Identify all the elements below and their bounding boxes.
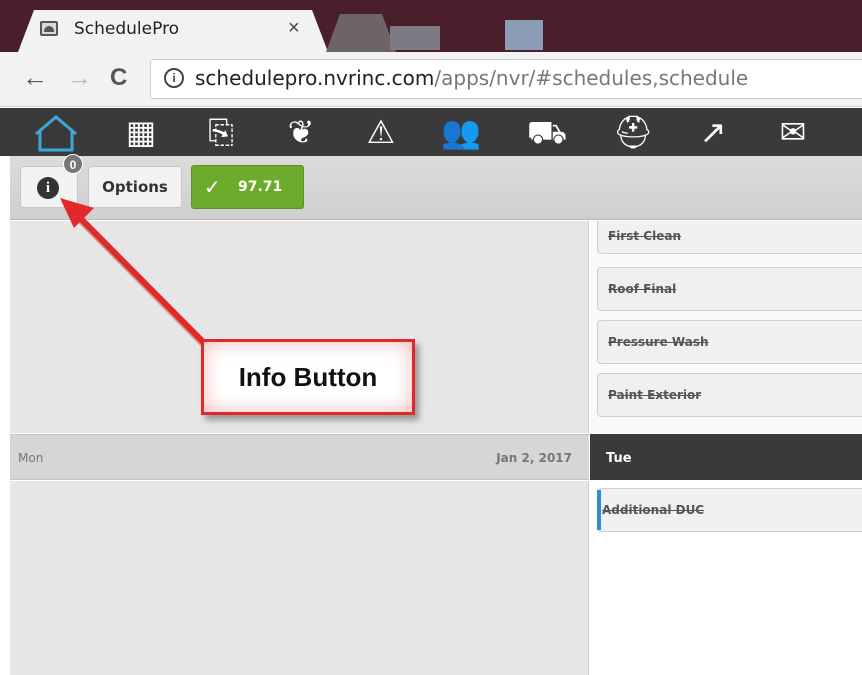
hard-hat-icon[interactable]: ⛑ [608, 108, 658, 156]
task-item[interactable]: First Clean [597, 221, 862, 254]
info-count-badge: 0 [63, 154, 83, 174]
tab-title: SchedulePro [74, 19, 180, 39]
forward-arrow-icon[interactable]: → [66, 62, 92, 92]
annotation-callout: Info Button [201, 339, 415, 415]
url-text: schedulepro.nvrinc.com/apps/nvr/#schedul… [195, 66, 748, 90]
tab-close-icon[interactable]: × [288, 17, 300, 40]
calendar-cell-mon[interactable] [10, 481, 589, 675]
drag-handle-icon[interactable] [597, 490, 602, 530]
delivery-truck-icon[interactable]: ⛟ [522, 108, 572, 156]
options-button[interactable]: Options [88, 166, 182, 208]
mail-icon[interactable]: ✉ [768, 108, 818, 156]
favicon-icon [40, 21, 58, 36]
site-info-icon[interactable]: i [164, 68, 184, 88]
info-icon[interactable]: i [37, 177, 59, 199]
score-button[interactable]: ✓ 97.71 [191, 165, 304, 209]
people-icon[interactable]: 👥 [436, 108, 486, 156]
screenshot-root: SchedulePro × ← → C i schedulepro.nvrinc… [0, 0, 862, 675]
day-label: Mon [18, 451, 44, 465]
annotation-label: Info Button [238, 362, 378, 392]
task-item[interactable]: Pressure Wash [597, 320, 862, 364]
blurred-window-area [390, 26, 440, 50]
documents-icon[interactable]: ⎘ [196, 108, 246, 156]
warning-icon[interactable]: ⚠ [356, 108, 406, 156]
task-item[interactable]: Additional DUC [597, 488, 862, 532]
day-label: Tue [606, 451, 632, 466]
home-icon[interactable] [34, 114, 78, 152]
calendar-icon[interactable]: ▦ [116, 108, 166, 156]
growth-chart-icon[interactable]: ↗ [688, 108, 738, 156]
reload-icon[interactable]: C [110, 63, 127, 93]
url-host: schedulepro.nvrinc.com [195, 66, 435, 90]
checkmark-icon: ✓ [204, 175, 221, 199]
back-arrow-icon[interactable]: ← [22, 62, 48, 92]
blurred-window-area [505, 20, 543, 50]
url-path: /apps/nvr/#schedules,schedule [434, 66, 749, 90]
task-item[interactable]: Paint Exterior [597, 373, 862, 417]
score-value: 97.71 [238, 179, 283, 195]
task-item[interactable]: Roof Final [597, 267, 862, 311]
leaf-icon[interactable]: ❦ [276, 108, 326, 156]
day-date: Jan 2, 2017 [496, 451, 572, 465]
